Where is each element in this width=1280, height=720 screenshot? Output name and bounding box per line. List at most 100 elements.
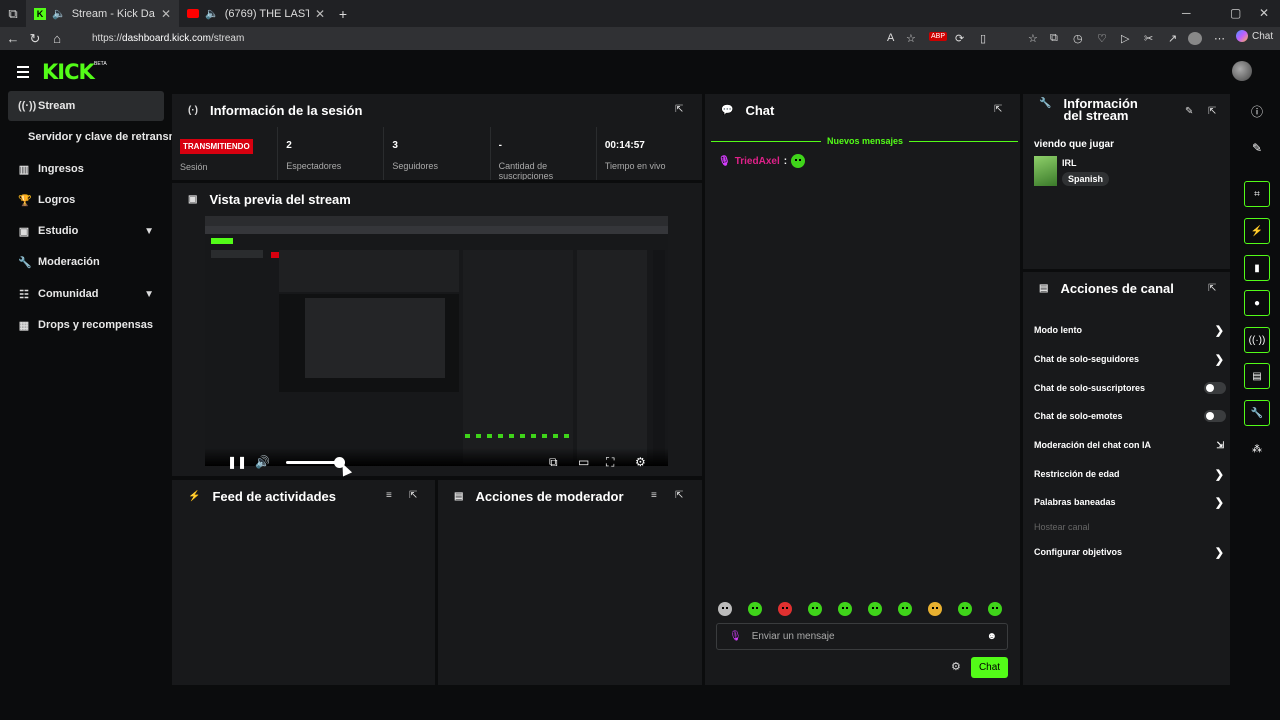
pip-icon[interactable]: ⧉ bbox=[549, 455, 558, 470]
volume-slider[interactable] bbox=[286, 461, 340, 464]
close-window-icon[interactable]: ✕ bbox=[1259, 6, 1269, 20]
popout-icon[interactable]: ⇱ bbox=[1208, 106, 1216, 117]
emoji-picker-icon[interactable]: ☻ bbox=[986, 631, 997, 642]
url-host: dashboard.kick.com bbox=[122, 33, 211, 44]
bolt-icon[interactable]: ⚡ bbox=[1244, 218, 1270, 244]
action-age-restriction[interactable]: Restricción de edad ❯ bbox=[1034, 467, 1224, 481]
community-icon[interactable]: ⁂ bbox=[1244, 436, 1270, 462]
tab-actions-icon[interactable]: ⧉ bbox=[0, 6, 26, 22]
document-icon[interactable]: ▮ bbox=[1244, 255, 1270, 281]
chat-send-button[interactable]: Chat bbox=[971, 657, 1008, 678]
language-tag: Spanish bbox=[1062, 172, 1110, 186]
sidebar-item-comunidad[interactable]: ☷ Comunidad ▼ bbox=[8, 279, 164, 309]
browser-tab-youtube[interactable]: 🔈 (6769) THE LAST OF US Amb ✕ bbox=[179, 0, 333, 27]
sidebar-item-drops[interactable]: ▦ Drops y recompensas bbox=[8, 310, 164, 340]
action-label: Chat de solo-emotes bbox=[1034, 411, 1123, 421]
emote-icon[interactable] bbox=[898, 602, 912, 616]
sidebar-item-moderacion[interactable]: 🔧 Moderación bbox=[8, 247, 164, 277]
url-field[interactable]: https://dashboard.kick.com/stream bbox=[78, 29, 878, 48]
emote-icon[interactable] bbox=[958, 602, 972, 616]
emote-icon[interactable] bbox=[778, 602, 792, 616]
popout-icon[interactable]: ⇱ bbox=[994, 104, 1002, 115]
browser-tab-kick-dashboard[interactable]: K 🔈 Stream - Kick Dashboard ✕ bbox=[26, 0, 179, 27]
popout-icon[interactable]: ⇱ bbox=[409, 490, 417, 501]
chat-settings-icon[interactable]: ⚙ bbox=[951, 660, 961, 673]
channel-icon[interactable]: ▤ bbox=[1244, 363, 1270, 389]
share-icon[interactable]: ↗ bbox=[1168, 32, 1177, 45]
popout-icon[interactable]: ⇱ bbox=[675, 490, 683, 501]
sidebar-item-server-key[interactable]: Servidor y clave de retransm bbox=[8, 122, 178, 152]
chat-bubble-icon[interactable]: ● bbox=[1244, 290, 1270, 316]
new-messages-label[interactable]: Nuevos mensajes bbox=[821, 136, 910, 146]
emote-icon[interactable] bbox=[718, 602, 732, 616]
hamburger-menu-icon[interactable] bbox=[17, 66, 29, 81]
favorite-icon[interactable]: ☆ bbox=[906, 32, 916, 45]
sidebar-item-stream[interactable]: ((·)) Stream bbox=[8, 91, 164, 121]
mod-actions-panel: ▤ Acciones de moderador ≡ ⇱ bbox=[438, 480, 702, 685]
action-ai-moderation[interactable]: Moderación del chat con IA ⇲ bbox=[1034, 438, 1224, 452]
wrench-icon[interactable]: 🔧 bbox=[1244, 400, 1270, 426]
favorites-icon[interactable]: ☆ bbox=[1028, 32, 1038, 45]
edit-pencil-icon[interactable]: ✎ bbox=[1244, 135, 1270, 161]
emote-icon[interactable] bbox=[748, 602, 762, 616]
action-banned-words[interactable]: Palabras baneadas ❯ bbox=[1034, 495, 1224, 509]
sidebar-item-ingresos[interactable]: ▥ Ingresos bbox=[8, 154, 164, 184]
clip-icon[interactable]: ⌗ bbox=[1244, 181, 1270, 207]
sidebar-item-logros[interactable]: 🏆 Logros bbox=[8, 185, 164, 215]
extension-icon[interactable]: ⟳ bbox=[955, 32, 964, 45]
back-icon[interactable]: ← bbox=[2, 31, 24, 46]
new-tab-icon[interactable]: + bbox=[333, 6, 353, 22]
emote-icon[interactable] bbox=[928, 602, 942, 616]
category-thumbnail[interactable] bbox=[1034, 156, 1057, 186]
chat-message-input[interactable]: 🎙 Enviar un mensaje ☻ bbox=[716, 623, 1008, 650]
action-configure-goals[interactable]: Configurar objetivos ❯ bbox=[1034, 545, 1224, 559]
action-slow-mode[interactable]: Modo lento ❯ bbox=[1034, 323, 1224, 337]
more-menu-icon[interactable]: ⋯ bbox=[1214, 32, 1225, 45]
emote-icon[interactable] bbox=[868, 602, 882, 616]
emote-icon[interactable] bbox=[838, 602, 852, 616]
stream-preview-video[interactable] bbox=[205, 216, 668, 466]
sidebar-item-estudio[interactable]: ▣ Estudio ▼ bbox=[8, 216, 164, 246]
chat-username[interactable]: TriedAxel bbox=[735, 156, 780, 167]
copilot-chat-button[interactable]: Chat bbox=[1236, 30, 1273, 42]
kick-favicon-icon: K bbox=[34, 7, 46, 20]
broadcast-icon[interactable]: ((·)) bbox=[1244, 327, 1270, 353]
split-screen-icon[interactable]: ▯ bbox=[980, 32, 986, 45]
user-avatar[interactable] bbox=[1232, 61, 1252, 81]
popout-icon[interactable]: ⇱ bbox=[675, 104, 683, 115]
subscribers-only-toggle[interactable] bbox=[1204, 382, 1226, 394]
pause-icon[interactable]: ❚❚ bbox=[227, 455, 247, 469]
close-tab-icon[interactable]: ✕ bbox=[161, 7, 171, 21]
volume-icon[interactable]: 🔊 bbox=[255, 455, 270, 469]
history-icon[interactable]: ◷ bbox=[1073, 32, 1083, 45]
info-icon[interactable]: ⓘ bbox=[1244, 98, 1270, 124]
popout-icon[interactable]: ⇱ bbox=[1208, 283, 1216, 294]
fullscreen-icon[interactable]: ⛶ bbox=[606, 455, 614, 470]
theater-mode-icon[interactable]: ▭ bbox=[578, 455, 589, 469]
media-icon[interactable]: ▷ bbox=[1121, 32, 1129, 45]
action-followers-only[interactable]: Chat de solo-seguidores ❯ bbox=[1034, 352, 1224, 366]
emote-icon[interactable] bbox=[988, 602, 1002, 616]
settings-gear-icon[interactable]: ⚙ bbox=[635, 455, 646, 469]
read-aloud-icon[interactable]: A bbox=[887, 32, 894, 44]
close-tab-icon[interactable]: ✕ bbox=[315, 7, 325, 21]
emote-icon[interactable] bbox=[808, 602, 822, 616]
category-name[interactable]: IRL bbox=[1062, 158, 1077, 168]
filter-icon[interactable]: ≡ bbox=[386, 490, 392, 501]
profile-avatar-icon[interactable] bbox=[1188, 32, 1202, 45]
edit-pencil-icon[interactable]: ✎ bbox=[1185, 106, 1193, 117]
filter-icon[interactable]: ≡ bbox=[651, 490, 657, 501]
kick-logo[interactable]: KICK bbox=[42, 60, 95, 84]
security-icon[interactable]: ♡ bbox=[1097, 32, 1107, 45]
emotes-only-toggle[interactable] bbox=[1204, 410, 1226, 422]
chevron-down-icon: ▼ bbox=[144, 225, 154, 237]
collections-icon[interactable]: ⧉ bbox=[1050, 32, 1058, 45]
adblock-icon[interactable]: ABP bbox=[929, 32, 948, 41]
microphone-badge-icon: 🎙 bbox=[718, 155, 731, 167]
minimize-icon[interactable]: ─ bbox=[1182, 6, 1191, 20]
action-label: Palabras baneadas bbox=[1034, 497, 1116, 507]
home-icon[interactable]: ⌂ bbox=[46, 31, 68, 46]
reload-icon[interactable]: ↻ bbox=[24, 31, 46, 47]
maximize-icon[interactable]: ▢ bbox=[1230, 6, 1241, 20]
screenshot-icon[interactable]: ✂ bbox=[1144, 32, 1153, 45]
